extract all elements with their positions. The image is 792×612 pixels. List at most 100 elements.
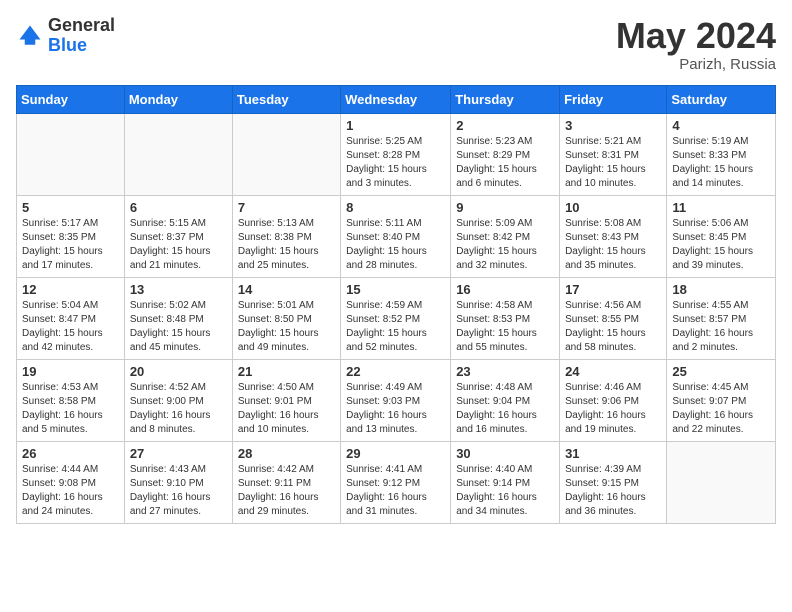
- day-info: Sunrise: 5:23 AM Sunset: 8:29 PM Dayligh…: [456, 135, 554, 191]
- day-number: 12: [22, 282, 119, 297]
- day-number: 17: [565, 282, 661, 297]
- day-number: 8: [346, 200, 445, 215]
- day-info: Sunrise: 5:11 AM Sunset: 8:40 PM Dayligh…: [346, 217, 445, 273]
- calendar-cell: 8 Sunrise: 5:11 AM Sunset: 8:40 PM Daylig…: [341, 195, 451, 277]
- calendar-cell: 17Sunrise: 4:56 AM Sunset: 8:55 PM Dayli…: [560, 277, 667, 359]
- day-info: Sunrise: 5:21 AM Sunset: 8:31 PM Dayligh…: [565, 135, 661, 191]
- day-info: Sunrise: 5:25 AM Sunset: 8:28 PM Dayligh…: [346, 135, 445, 191]
- day-info: Sunrise: 4:42 AM Sunset: 9:11 PM Dayligh…: [238, 463, 335, 519]
- day-number: 26: [22, 446, 119, 461]
- day-number: 31: [565, 446, 661, 461]
- calendar-cell: 20 Sunrise: 4:52 AM Sunset: 9:00 PM Dayli…: [124, 359, 232, 441]
- day-info: Sunrise: 5:19 AM Sunset: 8:33 PM Dayligh…: [672, 135, 770, 191]
- day-info: Sunrise: 4:55 AM Sunset: 8:57 PM Dayligh…: [672, 299, 770, 355]
- location: Parizh, Russia: [616, 56, 776, 73]
- calendar-cell: 11Sunrise: 5:06 AM Sunset: 8:45 PM Dayli…: [667, 195, 776, 277]
- day-info: Sunrise: 4:53 AM Sunset: 8:58 PM Dayligh…: [22, 381, 119, 437]
- day-info: Sunrise: 4:46 AM Sunset: 9:06 PM Dayligh…: [565, 381, 661, 437]
- day-number: 2: [456, 118, 554, 133]
- calendar-cell: 1 Sunrise: 5:25 AM Sunset: 8:28 PM Daylig…: [341, 113, 451, 195]
- calendar-cell: [124, 113, 232, 195]
- calendar-cell: [232, 113, 340, 195]
- calendar-cell: 2 Sunrise: 5:23 AM Sunset: 8:29 PM Daylig…: [451, 113, 560, 195]
- day-info: Sunrise: 5:02 AM Sunset: 8:48 PM Dayligh…: [130, 299, 227, 355]
- day-info: Sunrise: 5:08 AM Sunset: 8:43 PM Dayligh…: [565, 217, 661, 273]
- day-number: 23: [456, 364, 554, 379]
- day-info: Sunrise: 5:17 AM Sunset: 8:35 PM Dayligh…: [22, 217, 119, 273]
- day-number: 24: [565, 364, 661, 379]
- calendar-cell: 21 Sunrise: 4:50 AM Sunset: 9:01 PM Dayli…: [232, 359, 340, 441]
- calendar-cell: 24 Sunrise: 4:46 AM Sunset: 9:06 PM Dayli…: [560, 359, 667, 441]
- calendar-cell: 19 Sunrise: 4:53 AM Sunset: 8:58 PM Dayli…: [17, 359, 125, 441]
- calendar-week-row: 5 Sunrise: 5:17 AM Sunset: 8:35 PM Daylig…: [17, 195, 776, 277]
- day-number: 19: [22, 364, 119, 379]
- day-number: 1: [346, 118, 445, 133]
- day-number: 16: [456, 282, 554, 297]
- calendar-cell: 6Sunrise: 5:15 AM Sunset: 8:37 PM Daylig…: [124, 195, 232, 277]
- day-header-monday: Monday: [124, 85, 232, 113]
- month-year: May 2024: [616, 16, 776, 56]
- day-number: 7: [238, 200, 335, 215]
- calendar-cell: 16 Sunrise: 4:58 AM Sunset: 8:53 PM Dayli…: [451, 277, 560, 359]
- calendar-cell: 10 Sunrise: 5:08 AM Sunset: 8:43 PM Dayli…: [560, 195, 667, 277]
- calendar-cell: 15 Sunrise: 4:59 AM Sunset: 8:52 PM Dayli…: [341, 277, 451, 359]
- day-info: Sunrise: 4:58 AM Sunset: 8:53 PM Dayligh…: [456, 299, 554, 355]
- calendar-cell: 28 Sunrise: 4:42 AM Sunset: 9:11 PM Dayli…: [232, 441, 340, 523]
- day-info: Sunrise: 4:48 AM Sunset: 9:04 PM Dayligh…: [456, 381, 554, 437]
- calendar-cell: 7 Sunrise: 5:13 AM Sunset: 8:38 PM Daylig…: [232, 195, 340, 277]
- day-number: 14: [238, 282, 335, 297]
- day-number: 3: [565, 118, 661, 133]
- day-number: 25: [672, 364, 770, 379]
- day-number: 27: [130, 446, 227, 461]
- calendar-cell: 26 Sunrise: 4:44 AM Sunset: 9:08 PM Dayli…: [17, 441, 125, 523]
- day-info: Sunrise: 4:50 AM Sunset: 9:01 PM Dayligh…: [238, 381, 335, 437]
- page-header: General Blue May 2024 Parizh, Russia: [16, 16, 776, 73]
- calendar-table: SundayMondayTuesdayWednesdayThursdayFrid…: [16, 85, 776, 524]
- calendar-cell: 18 Sunrise: 4:55 AM Sunset: 8:57 PM Dayli…: [667, 277, 776, 359]
- day-info: Sunrise: 5:13 AM Sunset: 8:38 PM Dayligh…: [238, 217, 335, 273]
- day-info: Sunrise: 5:15 AM Sunset: 8:37 PM Dayligh…: [130, 217, 227, 273]
- calendar-cell: 3 Sunrise: 5:21 AM Sunset: 8:31 PM Daylig…: [560, 113, 667, 195]
- day-info: Sunrise: 4:43 AM Sunset: 9:10 PM Dayligh…: [130, 463, 227, 519]
- day-header-sunday: Sunday: [17, 85, 125, 113]
- day-info: Sunrise: 4:40 AM Sunset: 9:14 PM Dayligh…: [456, 463, 554, 519]
- day-header-tuesday: Tuesday: [232, 85, 340, 113]
- day-number: 28: [238, 446, 335, 461]
- day-header-friday: Friday: [560, 85, 667, 113]
- day-number: 18: [672, 282, 770, 297]
- day-info: Sunrise: 4:52 AM Sunset: 9:00 PM Dayligh…: [130, 381, 227, 437]
- calendar-cell: 13Sunrise: 5:02 AM Sunset: 8:48 PM Dayli…: [124, 277, 232, 359]
- calendar-week-row: 12 Sunrise: 5:04 AM Sunset: 8:47 PM Dayli…: [17, 277, 776, 359]
- day-number: 10: [565, 200, 661, 215]
- day-info: Sunrise: 4:39 AM Sunset: 9:15 PM Dayligh…: [565, 463, 661, 519]
- calendar-week-row: 26 Sunrise: 4:44 AM Sunset: 9:08 PM Dayli…: [17, 441, 776, 523]
- day-info: Sunrise: 5:09 AM Sunset: 8:42 PM Dayligh…: [456, 217, 554, 273]
- calendar-week-row: 1 Sunrise: 5:25 AM Sunset: 8:28 PM Daylig…: [17, 113, 776, 195]
- day-info: Sunrise: 4:44 AM Sunset: 9:08 PM Dayligh…: [22, 463, 119, 519]
- logo-icon: [16, 22, 44, 50]
- day-number: 22: [346, 364, 445, 379]
- calendar-cell: 27 Sunrise: 4:43 AM Sunset: 9:10 PM Dayli…: [124, 441, 232, 523]
- day-info: Sunrise: 4:59 AM Sunset: 8:52 PM Dayligh…: [346, 299, 445, 355]
- day-header-thursday: Thursday: [451, 85, 560, 113]
- calendar-cell: 12 Sunrise: 5:04 AM Sunset: 8:47 PM Dayli…: [17, 277, 125, 359]
- logo-text: General Blue: [48, 16, 115, 56]
- day-number: 5: [22, 200, 119, 215]
- day-info: Sunrise: 4:41 AM Sunset: 9:12 PM Dayligh…: [346, 463, 445, 519]
- day-number: 15: [346, 282, 445, 297]
- day-info: Sunrise: 5:04 AM Sunset: 8:47 PM Dayligh…: [22, 299, 119, 355]
- calendar-cell: [17, 113, 125, 195]
- day-number: 20: [130, 364, 227, 379]
- day-info: Sunrise: 5:01 AM Sunset: 8:50 PM Dayligh…: [238, 299, 335, 355]
- calendar-cell: 23 Sunrise: 4:48 AM Sunset: 9:04 PM Dayli…: [451, 359, 560, 441]
- day-number: 30: [456, 446, 554, 461]
- calendar-cell: 29Sunrise: 4:41 AM Sunset: 9:12 PM Dayli…: [341, 441, 451, 523]
- day-number: 9: [456, 200, 554, 215]
- calendar-week-row: 19 Sunrise: 4:53 AM Sunset: 8:58 PM Dayli…: [17, 359, 776, 441]
- calendar-body: 1 Sunrise: 5:25 AM Sunset: 8:28 PM Daylig…: [17, 113, 776, 523]
- calendar-cell: 9 Sunrise: 5:09 AM Sunset: 8:42 PM Daylig…: [451, 195, 560, 277]
- title-block: May 2024 Parizh, Russia: [616, 16, 776, 73]
- day-number: 21: [238, 364, 335, 379]
- day-header-saturday: Saturday: [667, 85, 776, 113]
- calendar-cell: 4Sunrise: 5:19 AM Sunset: 8:33 PM Daylig…: [667, 113, 776, 195]
